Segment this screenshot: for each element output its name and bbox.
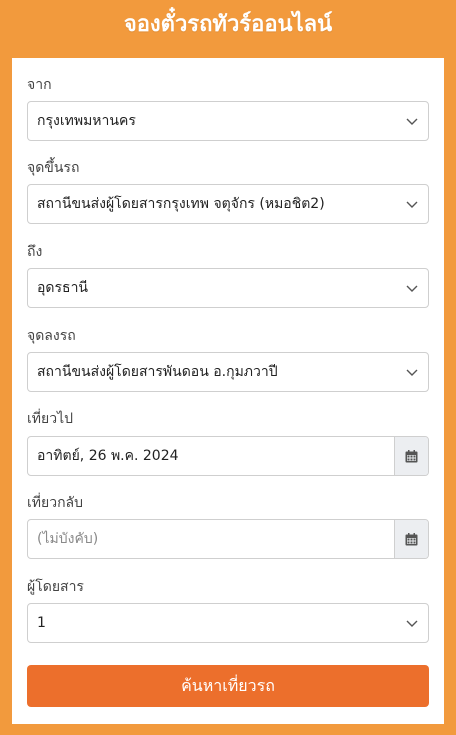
passengers-value: 1 (37, 615, 46, 631)
to-value: อุดรธานี (37, 280, 88, 296)
from-select[interactable]: กรุงเทพมหานคร (27, 101, 429, 141)
from-label: จาก (27, 77, 52, 93)
pickup-label: จุดขึ้นรถ (27, 160, 80, 176)
return-date-placeholder[interactable]: (ไม่บังคับ) (28, 520, 394, 558)
chevron-down-icon (406, 201, 418, 208)
chevron-down-icon (406, 118, 418, 125)
to-select[interactable]: อุดรธานี (27, 268, 429, 308)
calendar-icon (405, 532, 418, 545)
depart-label: เที่ยวไป (27, 411, 74, 427)
from-value: กรุงเทพมหานคร (37, 113, 136, 129)
return-calendar-button[interactable] (394, 520, 428, 558)
search-trips-button[interactable]: ค้นหาเที่ยวรถ (27, 665, 429, 707)
chevron-down-icon (406, 620, 418, 627)
chevron-down-icon (406, 369, 418, 376)
dropoff-select[interactable]: สถานีขนส่งผู้โดยสารพันดอน อ.กุมภวาปี (27, 352, 429, 392)
dropoff-label: จุดลงรถ (27, 328, 76, 344)
to-label: ถึง (27, 244, 43, 260)
depart-calendar-button[interactable] (394, 437, 428, 475)
calendar-icon (405, 449, 418, 462)
return-label: เที่ยวกลับ (27, 495, 84, 511)
pickup-select[interactable]: สถานีขนส่งผู้โดยสารกรุงเทพ จตุจักร (หมอช… (27, 184, 429, 224)
dropoff-value: สถานีขนส่งผู้โดยสารพันดอน อ.กุมภวาปี (37, 364, 278, 380)
chevron-down-icon (406, 285, 418, 292)
passengers-select[interactable]: 1 (27, 603, 429, 643)
booking-form: จาก กรุงเทพมหานคร จุดขึ้นรถ สถานีขนส่งผู… (12, 58, 444, 724)
passengers-label: ผู้โดยสาร (27, 579, 84, 595)
page-title: จองตั๋วรถทัวร์ออนไลน์ (123, 11, 333, 37)
depart-date-value[interactable]: อาทิตย์, 26 พ.ค. 2024 (28, 437, 394, 475)
return-date-field[interactable]: (ไม่บังคับ) (27, 519, 429, 559)
pickup-value: สถานีขนส่งผู้โดยสารกรุงเทพ จตุจักร (หมอช… (37, 196, 325, 212)
depart-date-field[interactable]: อาทิตย์, 26 พ.ค. 2024 (27, 436, 429, 476)
